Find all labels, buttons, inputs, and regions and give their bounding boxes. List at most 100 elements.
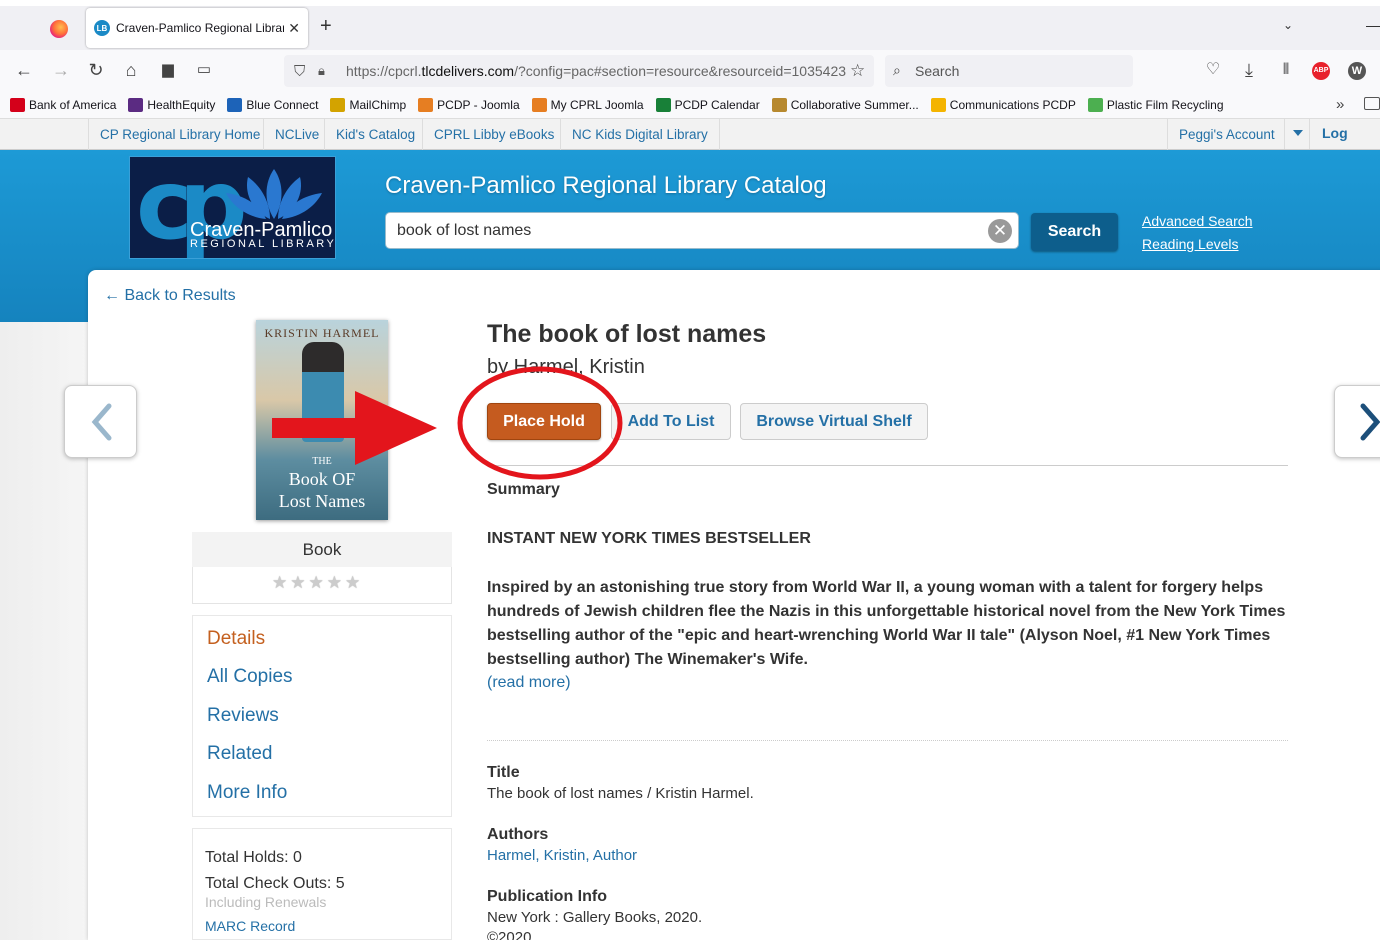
cover-title-line-1: THE bbox=[312, 456, 332, 467]
back-to-results-link[interactable]: ← Back to Results bbox=[104, 287, 236, 305]
summary-heading: Summary bbox=[487, 481, 560, 498]
account-dropdown-caret-icon[interactable] bbox=[1284, 118, 1310, 149]
bookmark-favicon-icon bbox=[227, 98, 243, 112]
bookmark-item[interactable]: PCDP - Joomla bbox=[418, 98, 520, 112]
bookmarks-overflow-icon[interactable]: » bbox=[1336, 96, 1344, 113]
lock-icon[interactable]: 🔒︎ bbox=[318, 63, 325, 79]
advanced-search-link[interactable]: Advanced Search bbox=[1142, 213, 1253, 229]
bookmark-item[interactable]: My CPRL Joomla bbox=[531, 98, 644, 112]
browser-tab[interactable]: LB Craven-Pamlico Regional Librar ✕ bbox=[86, 8, 308, 48]
chevron-left-icon bbox=[91, 403, 112, 441]
home-icon[interactable]: ⌂ bbox=[120, 60, 142, 80]
bookmark-item[interactable]: Communications PCDP bbox=[930, 98, 1076, 112]
summary-headline: INSTANT NEW YORK TIMES BESTSELLER bbox=[487, 530, 811, 547]
tab-close-icon[interactable]: ✕ bbox=[288, 20, 300, 37]
firefox-icon[interactable] bbox=[50, 20, 68, 38]
bookmark-favicon-icon bbox=[128, 98, 144, 112]
reload-icon[interactable]: ↻ bbox=[85, 60, 107, 80]
download-icon[interactable]: ⤓ bbox=[1238, 60, 1260, 80]
nav-cp-regional-home[interactable]: CP Regional Library Home bbox=[88, 119, 271, 150]
pocket-icon[interactable]: ♡ bbox=[1202, 60, 1224, 80]
tab-list-chevron-icon[interactable]: ⌄ bbox=[1283, 18, 1293, 32]
record-title: The book of lost names bbox=[487, 320, 767, 348]
sidebar-toggle-icon[interactable]: ▭ bbox=[193, 60, 215, 80]
search-button[interactable]: Search bbox=[1031, 213, 1118, 251]
add-to-list-button[interactable]: Add To List bbox=[611, 403, 731, 440]
field-authors-link[interactable]: Harmel, Kristin, Author bbox=[487, 847, 637, 864]
new-tab-icon[interactable]: + bbox=[320, 16, 332, 36]
library-icon[interactable]: ⫴ bbox=[1275, 60, 1297, 80]
adblock-icon[interactable]: ABP bbox=[1312, 62, 1330, 80]
nav-account[interactable]: Peggi's Account bbox=[1167, 119, 1286, 150]
bookmarks-toolbar: Bank of America HealthEquity Blue Connect M… bbox=[0, 92, 1380, 118]
site-top-nav: CP Regional Library Home NCLive Kid's Ca… bbox=[0, 118, 1380, 150]
bookmark-label: Collaborative Summer... bbox=[790, 98, 919, 112]
magnifier-icon: ⌕ bbox=[893, 62, 901, 78]
browser-search-field[interactable]: Search bbox=[885, 55, 1133, 87]
field-pubinfo-heading: Publication Info bbox=[487, 888, 607, 905]
summary-text: Inspired by an astonishing true story fr… bbox=[487, 579, 1286, 668]
bookmark-item[interactable]: Bank of America bbox=[10, 98, 116, 112]
bookmark-label: Bank of America bbox=[29, 98, 117, 112]
library-logo[interactable]: cp Craven-Pamlico REGIONAL LIBRARY bbox=[129, 156, 336, 259]
rating-stars[interactable]: ★★★★★ bbox=[272, 573, 363, 593]
nav-nclive[interactable]: NCLive bbox=[263, 119, 330, 150]
tab-all-copies[interactable]: All Copies bbox=[207, 666, 293, 688]
catalog-title: Craven-Pamlico Regional Library Catalog bbox=[385, 172, 827, 199]
url-bar[interactable]: https://cpcrl. tlcdelivers.com/?config=pa… bbox=[284, 55, 874, 87]
total-holds: Total Holds: 0 bbox=[205, 849, 302, 866]
tab-reviews[interactable]: Reviews bbox=[207, 705, 279, 727]
bookmark-label: PCDP - Joomla bbox=[437, 98, 520, 112]
nav-nc-kids-digital[interactable]: NC Kids Digital Library bbox=[560, 119, 720, 150]
nav-kids-catalog[interactable]: Kid's Catalog bbox=[324, 119, 426, 150]
reading-levels-link[interactable]: Reading Levels bbox=[1142, 236, 1239, 252]
divider bbox=[487, 465, 1288, 466]
clear-search-icon[interactable]: ✕ bbox=[988, 219, 1012, 243]
bookmark-item[interactable]: Blue Connect bbox=[227, 98, 318, 112]
book-cover-image[interactable]: KRISTIN HARMEL THE Book OF Lost Names bbox=[256, 320, 388, 520]
bookmark-favicon-icon bbox=[330, 98, 346, 112]
next-record-button[interactable] bbox=[1334, 385, 1380, 458]
place-hold-button[interactable]: Place Hold bbox=[487, 403, 601, 440]
bookmark-label: My CPRL Joomla bbox=[550, 98, 644, 112]
cover-title-line-2: Book OF bbox=[288, 469, 356, 489]
logout-link[interactable]: Log Out bbox=[1310, 118, 1380, 172]
print-icon[interactable]: ▆ bbox=[157, 60, 179, 80]
bookmark-label: Blue Connect bbox=[246, 98, 319, 112]
read-more-link[interactable]: (read more) bbox=[487, 674, 571, 692]
browser-search-placeholder: Search bbox=[915, 63, 960, 79]
bookmark-star-icon[interactable]: ☆ bbox=[850, 61, 865, 81]
tab-related[interactable]: Related bbox=[207, 743, 273, 765]
bookmark-item[interactable]: Collaborative Summer... bbox=[771, 98, 919, 112]
bookmark-label: PCDP Calendar bbox=[674, 98, 760, 112]
tab-details[interactable]: Details bbox=[207, 628, 265, 650]
chevron-right-icon bbox=[1360, 403, 1380, 441]
url-path: /?config=pac#section=resource&resourceid… bbox=[514, 63, 847, 79]
bookmark-item[interactable]: PCDP Calendar bbox=[655, 98, 760, 112]
wordpress-icon[interactable]: W bbox=[1348, 62, 1366, 80]
cover-author: KRISTIN HARMEL bbox=[264, 326, 380, 340]
back-arrow-icon[interactable]: ← bbox=[13, 60, 35, 80]
url-domain: tlcdelivers.com bbox=[421, 63, 515, 79]
bookmark-favicon-icon bbox=[930, 98, 946, 112]
nav-libby-ebooks[interactable]: CPRL Libby eBooks bbox=[422, 119, 565, 150]
catalog-search-input[interactable] bbox=[385, 212, 1019, 249]
logo-subtitle: REGIONAL LIBRARY bbox=[190, 238, 337, 250]
browse-virtual-shelf-button[interactable]: Browse Virtual Shelf bbox=[740, 403, 928, 440]
tab-more-info[interactable]: More Info bbox=[207, 782, 287, 804]
forward-arrow-icon[interactable]: → bbox=[50, 60, 72, 80]
renewals-note: Including Renewals bbox=[205, 894, 327, 910]
bookmark-label: Plastic Film Recycling bbox=[1106, 98, 1224, 112]
bookmark-favicon-icon bbox=[10, 98, 25, 112]
marc-record-link[interactable]: MARC Record bbox=[205, 918, 295, 934]
previous-record-button[interactable] bbox=[64, 385, 137, 458]
window-minimize-icon[interactable] bbox=[1366, 26, 1380, 27]
tab-favicon-icon: LB bbox=[94, 20, 110, 36]
bookmark-item[interactable]: HealthEquity bbox=[128, 98, 215, 112]
bookmark-item[interactable]: MailChimp bbox=[330, 98, 406, 112]
bookmark-item[interactable]: Plastic Film Recycling bbox=[1087, 98, 1224, 112]
tracking-shield-icon[interactable]: ⛉ bbox=[294, 63, 305, 80]
url-prefix: https://cpcrl. bbox=[346, 63, 422, 79]
bookmark-favicon-icon bbox=[771, 98, 787, 112]
other-bookmarks-folder-icon[interactable] bbox=[1364, 97, 1380, 110]
